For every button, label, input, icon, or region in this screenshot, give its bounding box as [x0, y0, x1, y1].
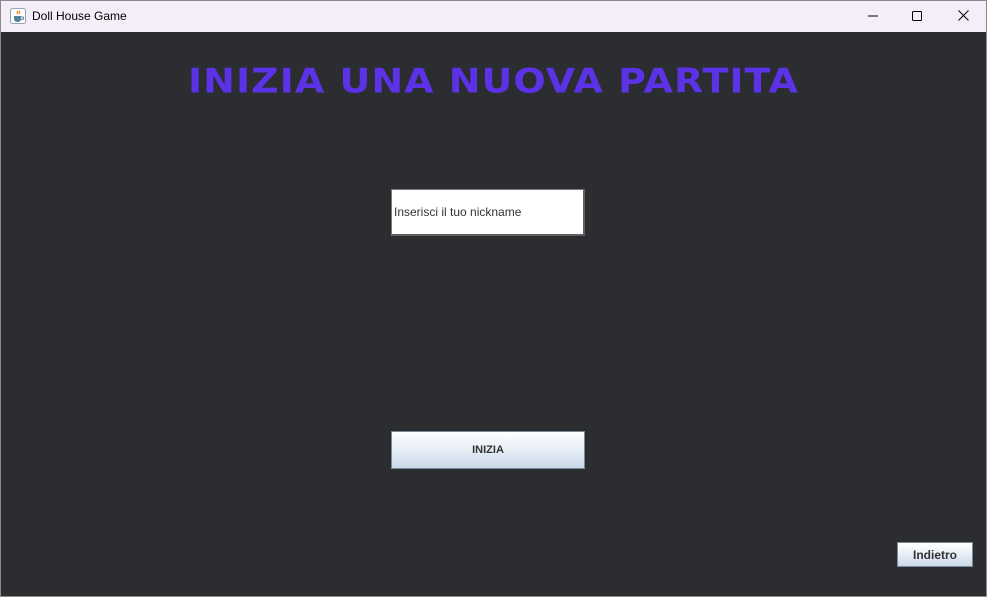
close-icon: [957, 8, 969, 26]
minimize-icon: [868, 8, 878, 26]
maximize-icon: [912, 8, 922, 26]
close-button[interactable]: [940, 1, 986, 32]
app-window: Doll House Game INIZIA UNA NUOVA PARTITA…: [0, 0, 987, 597]
back-button[interactable]: Indietro: [897, 542, 973, 567]
window-title: Doll House Game: [32, 9, 127, 23]
maximize-button[interactable]: [894, 1, 940, 32]
nickname-input[interactable]: [391, 189, 585, 236]
start-button[interactable]: INIZIA: [391, 431, 585, 469]
minimize-button[interactable]: [850, 1, 896, 32]
main-panel: INIZIA UNA NUOVA PARTITA INIZIA Indietro: [1, 32, 986, 596]
java-cup-icon: [10, 8, 26, 24]
page-title: INIZIA UNA NUOVA PARTITA: [188, 61, 799, 101]
title-bar[interactable]: Doll House Game: [1, 1, 986, 32]
